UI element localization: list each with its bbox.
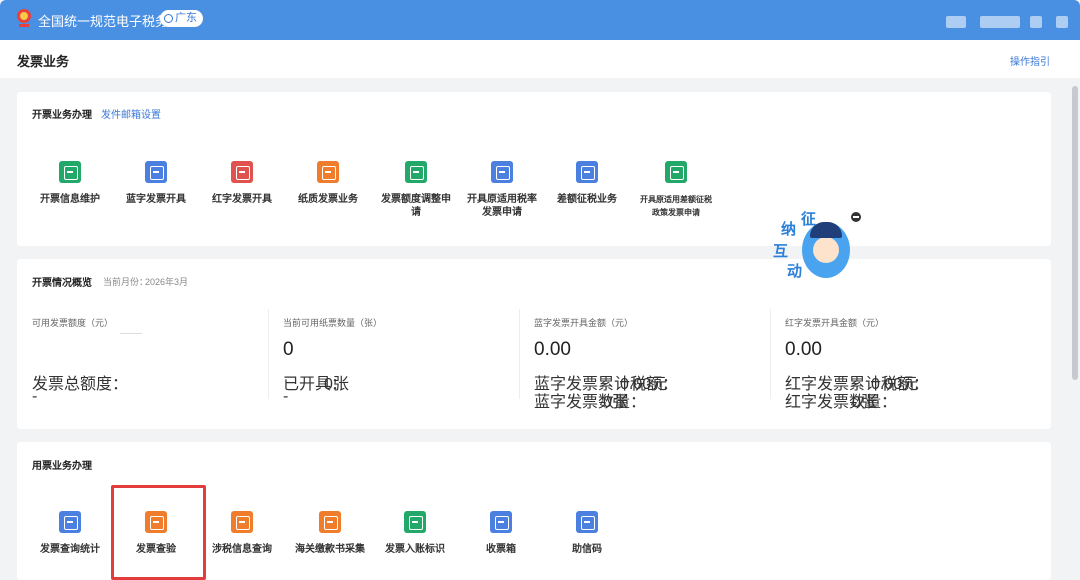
tile-differential-policy[interactable]: 开具原适用差额征税政策发票申请 [638,161,714,219]
tile-invoice-booking[interactable]: 发票入账标识 [375,511,455,556]
differential-policy-icon [665,161,687,183]
invoice-search-icon [59,511,81,533]
stat-red-amount: 红字发票开具金额（元） 0.00 [785,316,884,361]
region-label: 广东 [175,12,197,24]
vertical-scrollbar[interactable] [1072,86,1078,380]
stat-value-placeholder [120,333,142,334]
mascot-char: 互 [773,242,789,260]
divider [770,309,771,399]
stat-value: 0 [283,339,294,360]
original-rate-icon [491,161,513,183]
tile-qr-code[interactable]: 助信码 [547,511,627,556]
current-month-label: 当前月份： [103,277,149,287]
stat-label: 红字发票开具金额（元） [785,318,885,328]
tile-label: 纸质发票业务 [298,194,358,205]
location-pin-icon [164,14,173,23]
mascot-face-icon [813,237,839,263]
tile-label: 蓝字发票开具 [126,194,186,205]
mascot-char: 动 [787,262,803,280]
stat-label: 蓝字发票开具金额（元） [534,318,634,328]
current-month-value: 2026年3月 [145,277,189,287]
tile-label: 开具原适用税率发票申请 [467,194,537,218]
tile-red-invoice[interactable]: 红字发票开具 [202,161,282,206]
stat-label: 当前可用纸票数量（张） [283,318,383,328]
red-count-value: 0张 [852,394,877,411]
stat-value: 0.00 [785,339,822,360]
tile-label: 发票额度调整申请 [381,194,451,218]
tile-tax-info[interactable]: 涉税信息查询 [202,511,282,556]
total-quota-label: 发票总额度： [32,376,129,393]
tile-label: 收票箱 [486,544,516,555]
mailbox-icon [490,511,512,533]
invoice-info-icon [59,161,81,183]
tile-mailbox[interactable]: 收票箱 [461,511,541,556]
user-name[interactable] [980,16,1020,28]
close-mascot-icon[interactable] [851,212,861,222]
tile-label: 涉税信息查询 [212,544,272,555]
total-quota-value: - [32,388,38,405]
operation-guide-link[interactable]: 操作指引 [1010,53,1050,68]
tile-label: 海关缴款书采集 [295,544,365,555]
mailbox-settings-link[interactable]: 发件邮箱设置 [101,106,161,121]
stat-blue-amount: 蓝字发票开具金额（元） 0.00 [534,316,633,361]
page-header: 发票业务 操作指引 [0,40,1080,78]
tile-invoice-search[interactable]: 发票查询统计 [30,511,110,556]
mascot-char: 征 [801,210,817,228]
tax-emblem-icon [17,9,31,27]
tile-label: 发票入账标识 [385,544,445,555]
red-count-label: 红字发票数量： [785,394,898,411]
red-invoice-icon [231,161,253,183]
tile-quota-adjust[interactable]: 发票额度调整申请 [380,161,452,219]
tile-label: 发票查询统计 [40,544,100,555]
tax-info-icon [231,511,253,533]
tile-label: 开具原适用差额征税政策发票申请 [640,195,712,217]
menu-icon[interactable] [1030,16,1042,28]
qr-code-icon [576,511,598,533]
tile-paper-invoice[interactable]: 纸质发票业务 [288,161,368,206]
logout-icon[interactable] [1056,16,1068,28]
interaction-mascot-widget[interactable]: 征 纳 互 动 [773,210,861,282]
divider [268,309,269,399]
stat-available-quota: 可用发票额度（元） [32,316,113,329]
tile-differential-tax[interactable]: 差额征税业务 [547,161,627,206]
page-title: 发票业务 [17,54,70,69]
customs-payment-icon [319,511,341,533]
invoice-booking-icon [404,511,426,533]
differential-tax-icon [576,161,598,183]
tile-label: 红字发票开具 [212,194,272,205]
tile-invoice-info[interactable]: 开票信息维护 [30,161,110,206]
stat-paper-count: 当前可用纸票数量（张） 0 [283,316,382,361]
paper-detail-value: - [283,388,289,405]
top-header-bar: 全国统一规范电子税务局 广东 [0,0,1080,40]
overview-section-title: 开票情况概览 [32,278,92,289]
tile-original-rate[interactable]: 开具原适用税率发票申请 [466,161,538,219]
issued-value: 0张 [324,376,349,393]
region-selector[interactable]: 广东 [160,10,203,27]
user-avatar[interactable] [946,16,966,28]
mascot-char: 纳 [781,220,797,238]
tile-blue-invoice[interactable]: 蓝字发票开具 [116,161,196,206]
paper-invoice-icon [317,161,339,183]
stat-value: 0.00 [534,339,571,360]
highlight-box [111,485,206,580]
tile-label: 开票信息维护 [40,194,100,205]
tile-label: 助信码 [572,544,602,555]
tile-customs-payment[interactable]: 海关缴款书采集 [294,511,366,556]
tile-label: 差额征税业务 [557,194,617,205]
stat-label: 可用发票额度（元） [32,318,114,328]
blue-count-value: 0张 [603,394,628,411]
blue-invoice-icon [145,161,167,183]
issuing-section-title: 开票业务办理 [32,110,92,121]
usage-section-title: 用票业务办理 [32,461,92,472]
quota-adjust-icon [405,161,427,183]
blue-count-label: 蓝字发票数量： [534,394,647,411]
divider [519,309,520,399]
